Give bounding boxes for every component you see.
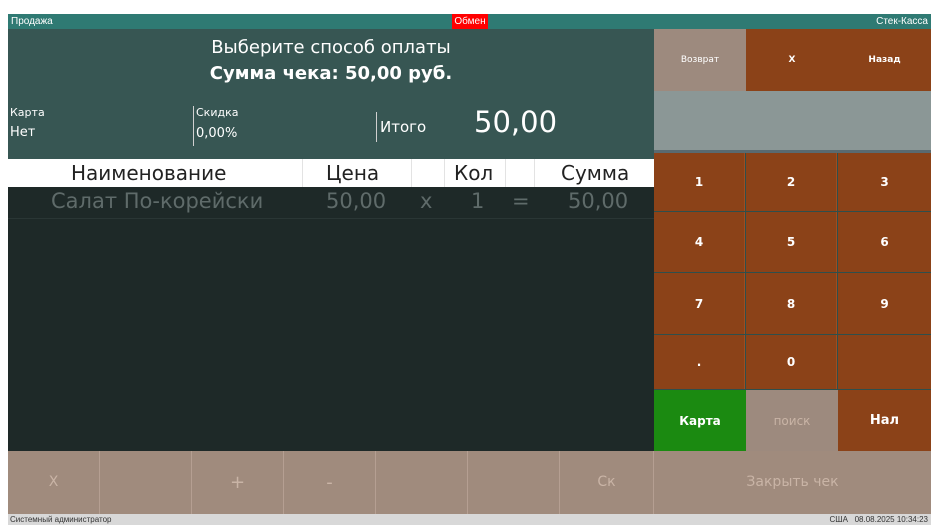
item-x: x <box>420 189 433 213</box>
col-divider <box>302 159 303 187</box>
key-8[interactable]: 8 <box>746 273 837 334</box>
payment-prompt: Выберите способ оплаты Сумма чека: 50,00… <box>8 29 654 103</box>
key-5[interactable]: 5 <box>746 212 837 272</box>
table-row[interactable]: Салат По-корейски 50,00 x 1 = 50,00 <box>8 187 654 219</box>
title-bar: Продажа Обмен Стек-Касса <box>8 14 931 29</box>
key-2[interactable]: 2 <box>746 153 837 211</box>
key-1[interactable]: 1 <box>654 153 745 211</box>
key-7[interactable]: 7 <box>654 273 745 334</box>
col-divider <box>505 159 506 187</box>
app-name: Стек-Касса <box>876 16 928 27</box>
key-empty[interactable] <box>838 335 931 389</box>
item-eq: = <box>512 189 530 213</box>
close-receipt-button[interactable]: Закрыть чек <box>654 451 931 514</box>
col-price: Цена <box>326 161 380 185</box>
items-grid[interactable]: Салат По-корейски 50,00 x 1 = 50,00 <box>8 187 654 451</box>
return-button[interactable]: Возврат <box>654 29 746 91</box>
key-9[interactable]: 9 <box>838 273 931 334</box>
discount-caption: Скидка <box>196 106 239 119</box>
minus-button[interactable]: - <box>284 451 376 514</box>
discount-value: 0,00% <box>196 126 238 141</box>
col-name: Наименование <box>71 161 227 185</box>
item-qty: 1 <box>471 189 485 213</box>
key-4[interactable]: 4 <box>654 212 745 272</box>
divider <box>376 112 377 142</box>
cash-payment-button[interactable]: Нал <box>838 390 931 451</box>
datetime-label: 08.08.2025 10:34:23 <box>854 515 928 524</box>
mode-label: Продажа <box>11 16 53 27</box>
key-6[interactable]: 6 <box>838 212 931 272</box>
plus-button[interactable]: + <box>192 451 284 514</box>
pos-window: Продажа Обмен Стек-Касса Выберите способ… <box>8 14 931 525</box>
table-header: Наименование Цена Кол Сумма <box>8 159 654 187</box>
status-right: США 08.08.2025 10:34:23 <box>829 514 928 525</box>
item-name: Салат По-корейски <box>51 189 264 213</box>
item-sum: 50,00 <box>568 189 629 213</box>
back-button[interactable]: Назад <box>838 29 931 91</box>
discount-button[interactable]: Ск <box>560 451 654 514</box>
keypad-display <box>654 91 931 150</box>
empty-button[interactable] <box>468 451 560 514</box>
card-value: Нет <box>10 125 36 140</box>
card-caption: Карта <box>10 106 45 119</box>
card-payment-button[interactable]: Карта <box>654 390 746 451</box>
user-name: Системный администратор <box>10 515 112 524</box>
empty-button[interactable] <box>100 451 192 514</box>
receipt-sum: Сумма чека: 50,00 руб. <box>209 63 453 84</box>
col-divider <box>444 159 445 187</box>
search-button[interactable]: поиск <box>746 390 838 451</box>
total-caption: Итого <box>380 118 427 136</box>
prompt-text: Выберите способ оплаты <box>211 37 451 58</box>
col-qty: Кол <box>454 161 494 185</box>
item-price: 50,00 <box>326 189 387 213</box>
empty-button[interactable] <box>376 451 468 514</box>
bottom-toolbar: X + - Ск <box>8 451 654 514</box>
col-divider <box>534 159 535 187</box>
col-divider <box>411 159 412 187</box>
status-bar: Системный администратор США 08.08.2025 1… <box>8 514 931 525</box>
key-3[interactable]: 3 <box>838 153 931 211</box>
clear-button[interactable]: X <box>746 29 838 91</box>
locale-label: США <box>829 515 848 524</box>
divider <box>193 106 194 146</box>
col-sum: Сумма <box>561 161 630 185</box>
exchange-badge: Обмен <box>452 14 488 29</box>
key-dot[interactable]: . <box>654 335 745 389</box>
summary-panel <box>8 103 654 159</box>
delete-button[interactable]: X <box>8 451 100 514</box>
key-0[interactable]: 0 <box>746 335 837 389</box>
total-value: 50,00 <box>474 105 558 139</box>
